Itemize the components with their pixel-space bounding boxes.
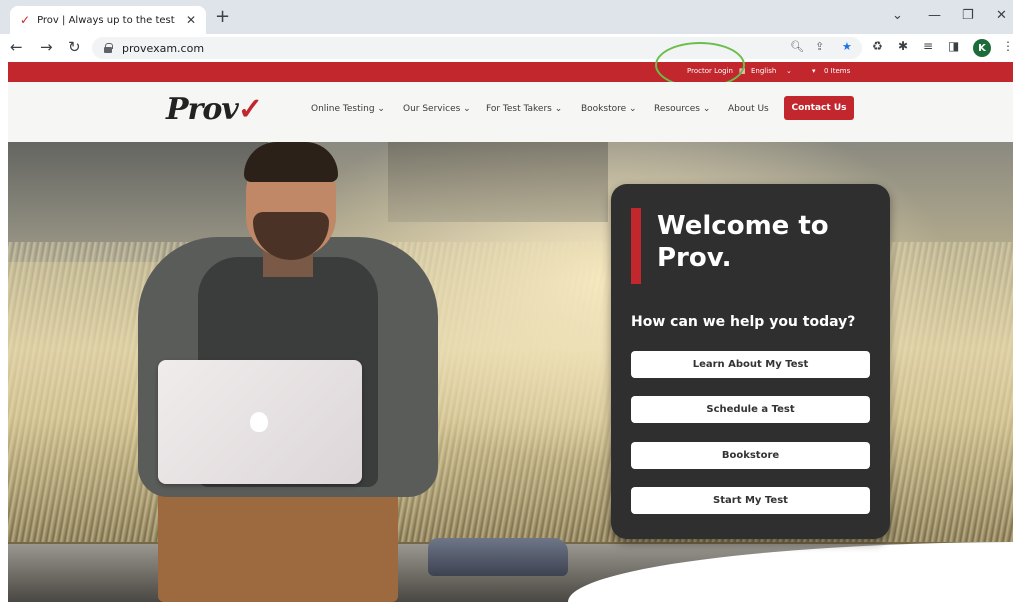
apple-logo-icon bbox=[250, 412, 268, 432]
back-arrow-icon[interactable]: ← bbox=[10, 38, 23, 56]
nav-our-services[interactable]: Our Services ⌄ bbox=[403, 104, 471, 114]
nav-resources[interactable]: Resources ⌄ bbox=[654, 104, 710, 114]
card-accent-bar bbox=[631, 208, 641, 284]
help-question: How can we help you today? bbox=[631, 314, 856, 330]
reload-icon[interactable]: ↻ bbox=[68, 38, 81, 56]
close-window-icon[interactable]: ✕ bbox=[996, 8, 1007, 23]
zoom-search-icon[interactable]: 🔍︎ bbox=[790, 40, 804, 53]
hero-background-building bbox=[388, 142, 608, 222]
learn-about-my-test-button[interactable]: Learn About My Test bbox=[631, 351, 870, 378]
nav-label: Our Services bbox=[403, 104, 461, 114]
prov-favicon-icon: ✓ bbox=[20, 13, 31, 27]
nav-online-testing[interactable]: Online Testing ⌄ bbox=[311, 104, 385, 114]
hero-bag bbox=[428, 538, 568, 576]
nav-label: Online Testing bbox=[311, 104, 375, 114]
bookstore-button[interactable]: Bookstore bbox=[631, 442, 870, 469]
reading-list-icon[interactable]: ≡ bbox=[923, 39, 933, 53]
site-topbar: Proctor Login ▦ English ⌄ ▾ 0 Items bbox=[8, 62, 1013, 82]
welcome-card: Welcome to Prov. How can we help you tod… bbox=[611, 184, 890, 539]
nav-about-us[interactable]: About Us bbox=[728, 104, 769, 114]
side-panel-icon[interactable]: ◨ bbox=[948, 39, 959, 53]
prov-logo[interactable]: Prov✓ bbox=[166, 92, 263, 127]
language-selector[interactable]: English bbox=[751, 67, 776, 75]
recycle-extension-icon[interactable]: ♻ bbox=[872, 39, 883, 53]
profile-avatar[interactable]: K bbox=[973, 39, 991, 57]
restore-icon[interactable]: ❐ bbox=[962, 8, 974, 23]
nav-label: For Test Takers bbox=[486, 104, 552, 114]
url-text: provexam.com bbox=[122, 41, 205, 55]
address-bar[interactable]: provexam.com bbox=[92, 37, 862, 59]
close-tab-icon[interactable]: ✕ bbox=[186, 13, 196, 27]
logo-text: Prov bbox=[166, 92, 239, 127]
hero-person-hair bbox=[244, 142, 338, 182]
menu-kebab-icon[interactable]: ⋮ bbox=[1002, 39, 1013, 53]
nav-bookstore[interactable]: Bookstore ⌄ bbox=[581, 104, 637, 114]
browser-tab[interactable]: ✓ Prov | Always up to the test ✕ bbox=[10, 6, 206, 34]
hero-section: Welcome to Prov. How can we help you tod… bbox=[8, 142, 1013, 602]
welcome-heading: Welcome to Prov. bbox=[657, 211, 829, 273]
extensions-puzzle-icon[interactable]: ✱ bbox=[898, 39, 908, 53]
new-tab-icon[interactable]: + bbox=[215, 8, 230, 26]
contact-us-button[interactable]: Contact Us bbox=[784, 96, 854, 120]
cart-link[interactable]: 0 Items bbox=[824, 67, 850, 75]
lock-icon[interactable] bbox=[104, 43, 113, 53]
tab-search-chevron-icon[interactable]: ⌄ bbox=[892, 8, 903, 23]
schedule-a-test-button[interactable]: Schedule a Test bbox=[631, 396, 870, 423]
tab-title: Prov | Always up to the test bbox=[37, 14, 175, 26]
nav-label: Bookstore bbox=[581, 104, 627, 114]
browser-tabstrip: ✓ Prov | Always up to the test ✕ + ⌄ — ❐… bbox=[0, 0, 1013, 34]
minimize-icon[interactable]: — bbox=[928, 8, 941, 23]
browser-toolbar: ← → ↻ provexam.com 🔍︎ ⇪ ★ ♻ ✱ ≡ ◨ K ⋮ bbox=[0, 34, 1013, 62]
chevron-down-icon: ⌄ bbox=[786, 67, 792, 75]
nav-label: Resources bbox=[654, 104, 700, 114]
logo-check-icon: ✓ bbox=[237, 92, 263, 127]
start-my-test-button[interactable]: Start My Test bbox=[631, 487, 870, 514]
cart-icon: ▾ bbox=[812, 67, 816, 75]
nav-for-test-takers[interactable]: For Test Takers ⌄ bbox=[486, 104, 562, 114]
hero-laptop bbox=[158, 360, 362, 484]
bookmark-star-icon[interactable]: ★ bbox=[842, 40, 852, 53]
forward-arrow-icon[interactable]: → bbox=[40, 38, 53, 56]
site-navbar: Prov✓ Online Testing ⌄ Our Services ⌄ Fo… bbox=[8, 82, 1013, 142]
share-icon[interactable]: ⇪ bbox=[815, 40, 824, 53]
